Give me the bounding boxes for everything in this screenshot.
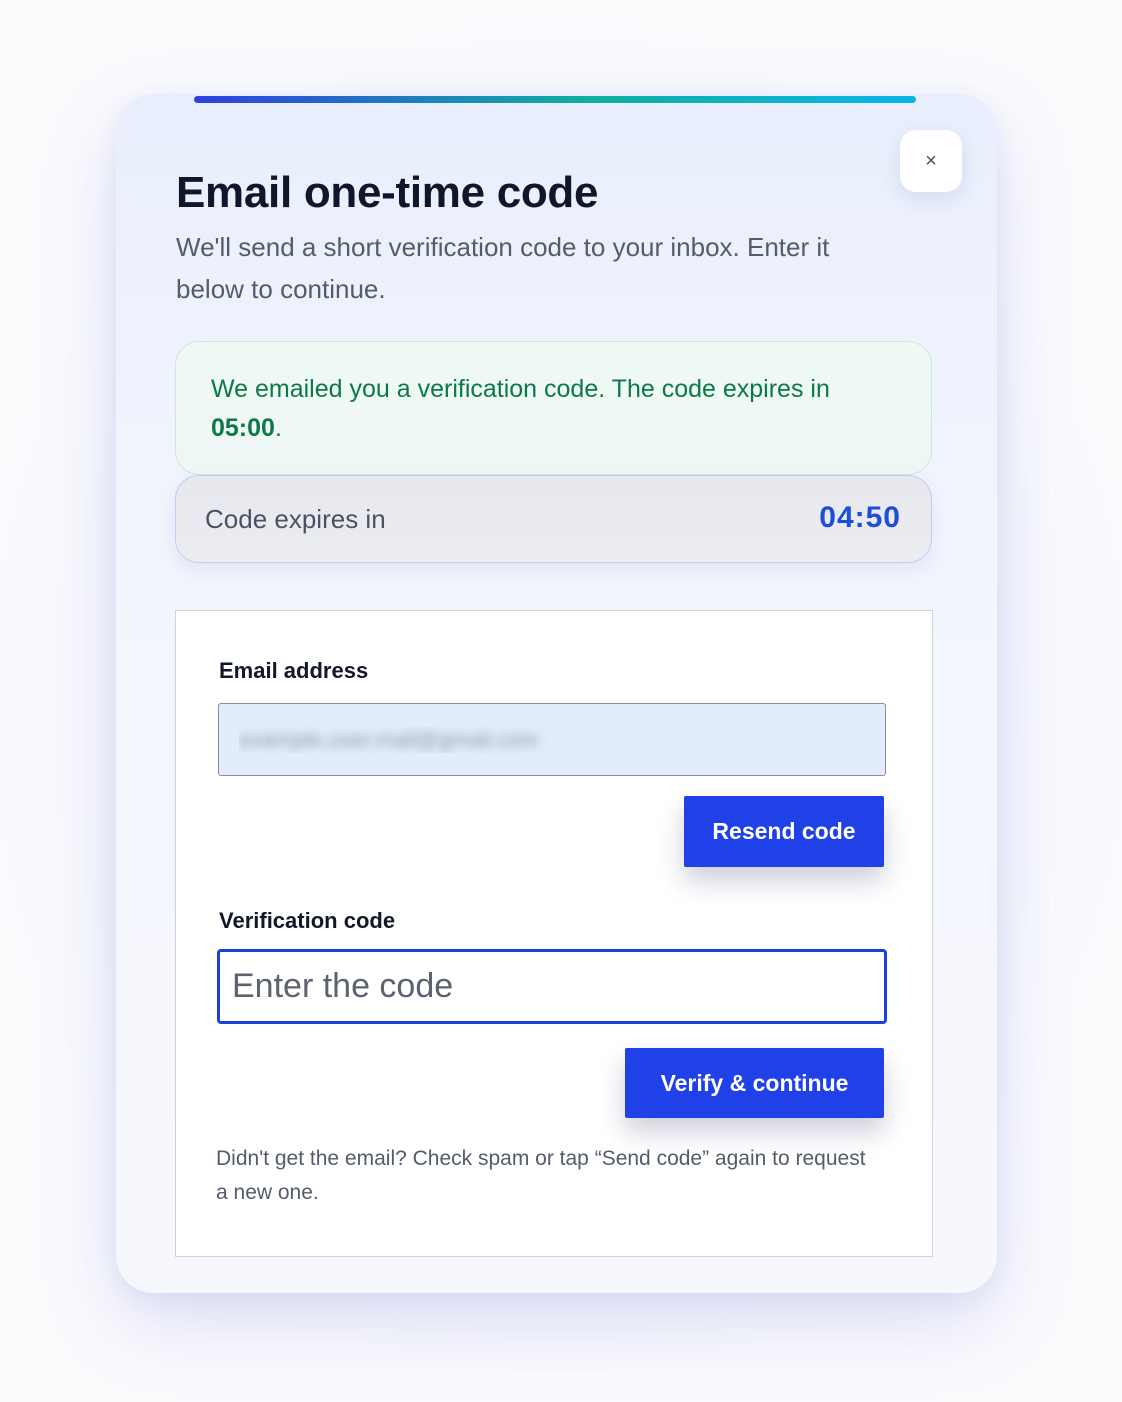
close-icon: ×: [925, 149, 937, 172]
success-notice: We emailed you a verification code. The …: [175, 341, 932, 475]
verification-code-input[interactable]: [217, 949, 887, 1024]
notice-expiry-time: 05:00: [211, 414, 275, 442]
accent-progress-bar: [194, 96, 916, 103]
help-text: Didn't get the email? Check spam or tap …: [216, 1147, 866, 1204]
verification-form: Email address Resend code Verification c…: [175, 610, 933, 1257]
resend-code-button[interactable]: Resend code: [684, 796, 884, 867]
code-label: Verification code: [219, 908, 396, 933]
email-label: Email address: [219, 658, 369, 683]
page-backdrop: × Email one-time code We'll send a short…: [0, 0, 1122, 1402]
expiry-timer: Code expires in 04:50: [175, 475, 932, 563]
timer-label: Code expires in: [205, 504, 386, 534]
email-field[interactable]: [218, 703, 886, 776]
verify-continue-button[interactable]: Verify & continue: [625, 1048, 884, 1118]
notice-text: We emailed you a verification code. The …: [211, 375, 830, 403]
dialog-subtitle: We'll send a short verification code to …: [176, 232, 830, 304]
notice-text-end: .: [274, 414, 282, 442]
timer-countdown: 04:50: [819, 501, 901, 534]
dialog-title: Email one-time code: [176, 168, 599, 217]
otp-dialog: × Email one-time code We'll send a short…: [116, 94, 997, 1293]
close-button[interactable]: ×: [900, 130, 962, 192]
